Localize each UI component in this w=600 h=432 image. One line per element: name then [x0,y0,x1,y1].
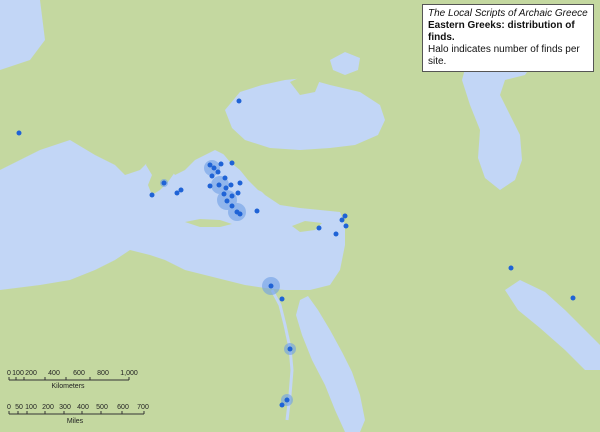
scale-tick-label: 0 [7,370,11,377]
site-marker [229,203,235,209]
site-marker [229,193,235,199]
site-marker [207,183,213,189]
site-marker [237,180,243,186]
scale-unit-label: Miles [67,418,84,425]
site-marker [342,213,348,219]
site-marker [279,296,285,302]
site-marker [268,283,274,289]
scale-tick-label: 100 [12,370,24,377]
site-marker [215,169,221,175]
scale-unit-label: Kilometers [51,383,85,390]
site-marker [508,265,514,271]
legend-note: Halo indicates number of finds per site. [428,44,580,67]
site-marker [279,402,285,408]
site-marker [228,182,234,188]
site-marker [221,191,227,197]
scale-tick-label: 50 [15,404,23,411]
site-marker [254,208,260,214]
scale-tick-label: 400 [77,404,89,411]
scale-tick-label: 100 [25,404,37,411]
site-marker [570,295,576,301]
map-legend: The Local Scripts of Archaic Greece East… [422,4,594,72]
site-marker [178,187,184,193]
site-marker [16,130,22,136]
site-marker [235,190,241,196]
site-marker [229,160,235,166]
site-marker [333,231,339,237]
site-marker [216,182,222,188]
scale-tick-label: 600 [117,404,129,411]
scale-tick-label: 400 [48,370,60,377]
site-marker [218,161,224,167]
site-marker [237,211,243,217]
site-marker [211,165,217,171]
site-marker [223,185,229,191]
legend-subtitle: Eastern Greeks: distribution of finds. [428,20,575,43]
site-marker [343,223,349,229]
scale-tick-label: 600 [73,370,85,377]
site-marker [161,180,167,186]
site-marker [287,346,293,352]
scale-tick-label: 200 [42,404,54,411]
scale-tick-label: 300 [59,404,71,411]
scale-tick-label: 700 [137,404,149,411]
legend-title: The Local Scripts of Archaic Greece [428,8,588,19]
site-marker [224,198,230,204]
site-marker [149,192,155,198]
map-container: 0 100 200 400 600 800 1,000 Kilometers 0… [0,0,600,432]
site-marker [222,175,228,181]
scale-tick-label: 200 [25,370,37,377]
site-marker [207,162,213,168]
site-marker [339,217,345,223]
site-marker [174,190,180,196]
scale-tick-label: 800 [97,370,109,377]
site-marker [236,98,242,104]
scale-tick-label: 0 [7,404,11,411]
scale-tick-label: 1,000 [120,370,138,377]
scale-tick-label: 500 [96,404,108,411]
site-marker [209,173,215,179]
site-marker [316,225,322,231]
site-marker [284,397,290,403]
